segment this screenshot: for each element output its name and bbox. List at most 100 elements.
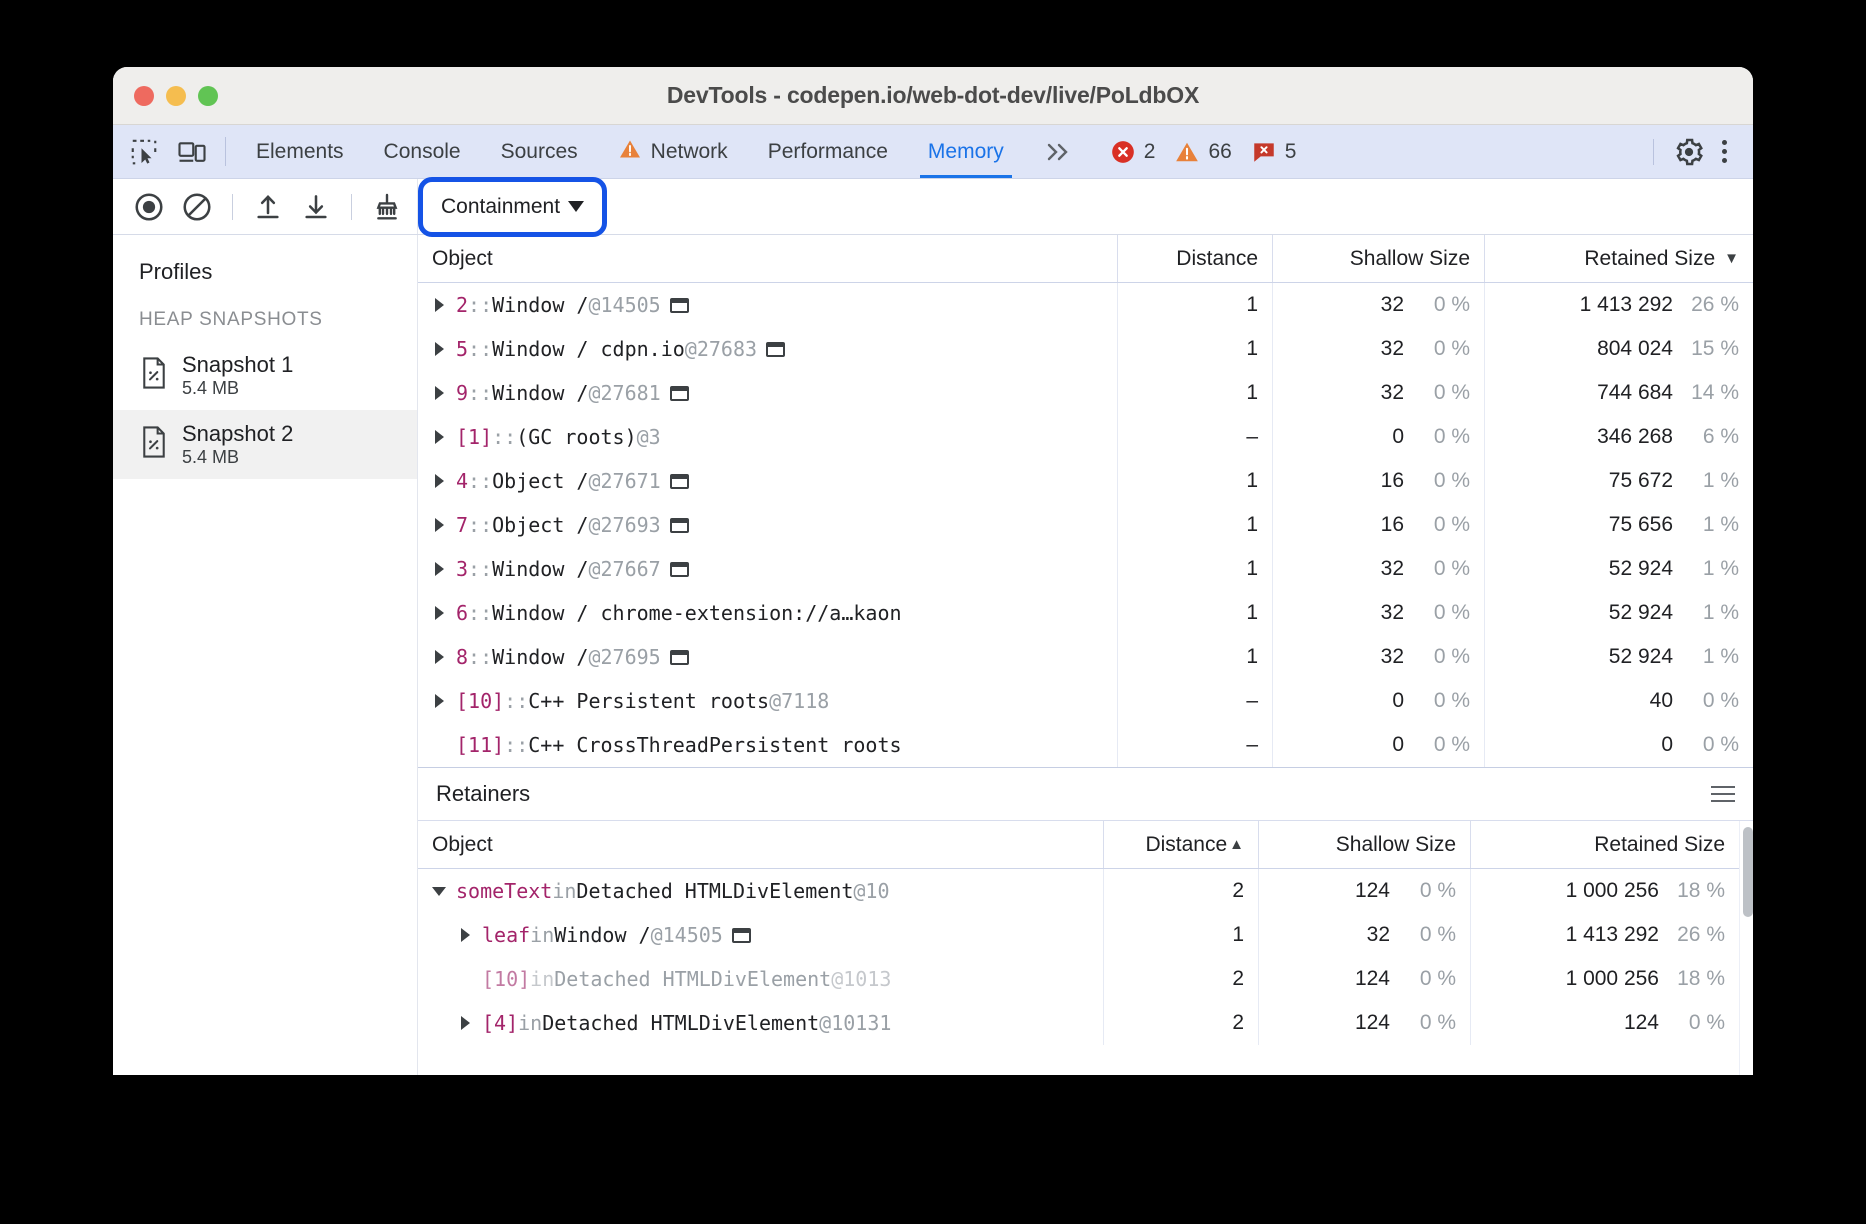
table-row[interactable]: [10] in Detached HTMLDivElement @1013212… [418,957,1739,1001]
expand-triangle-icon[interactable] [458,1015,474,1031]
more-tabs-icon[interactable] [1024,125,1090,178]
table-row[interactable]: [4] in Detached HTMLDivElement @10131212… [418,1001,1739,1045]
table-row[interactable]: 5 :: Window / cdpn.io @276831320 %804 02… [418,327,1753,371]
expand-triangle-icon[interactable] [432,297,448,313]
tab-sources[interactable]: Sources [481,125,598,178]
expand-triangle-icon[interactable] [432,473,448,489]
cell-shallow-size: 320 % [1273,547,1485,591]
error-counter[interactable]: 2 [1110,139,1156,165]
table-row[interactable]: 3 :: Window / @276671320 %52 9241 % [418,547,1753,591]
cell-distance: 2 [1104,957,1259,1001]
save-profile-icon[interactable] [294,185,338,229]
cell-retained-size: 804 02415 % [1485,327,1753,371]
retainers-scrollbar[interactable] [1739,821,1753,1075]
object-address: @27693 [588,513,660,537]
expand-triangle-icon[interactable] [432,517,448,533]
expand-triangle-icon[interactable] [432,693,448,709]
cell-object: [10] :: C++ Persistent roots @7118 [418,679,1118,723]
table-row[interactable]: 9 :: Window / @276811320 %744 68414 % [418,371,1753,415]
tab-console[interactable]: Console [364,125,481,178]
window-badge-icon [670,518,689,533]
shallow-size-value: 124 [1355,879,1390,903]
distance-value: 1 [1246,645,1258,669]
tabbar-left-icons [113,125,215,178]
expand-triangle-icon[interactable] [432,561,448,577]
expand-triangle-icon[interactable] [432,341,448,357]
column-header-distance[interactable]: Distance ▲ [1104,821,1259,868]
object-separator: :: [468,293,492,317]
sidebar-item-snapshot-2[interactable]: Snapshot 2 5.4 MB [113,410,417,479]
table-row[interactable]: 2 :: Window / @145051320 %1 413 29226 % [418,283,1753,327]
device-toolbar-icon[interactable] [175,135,209,169]
object-name: Window / [492,381,588,405]
twisty-placeholder [458,971,474,987]
issue-counter[interactable]: 5 [1251,139,1297,165]
sidebar-item-snapshot-1[interactable]: Snapshot 1 5.4 MB [113,341,417,410]
window-badge-icon [670,562,689,577]
tab-performance[interactable]: Performance [748,125,908,178]
snapshot-meta: Snapshot 2 5.4 MB [182,421,293,468]
clear-all-profiles-icon[interactable] [175,185,219,229]
issue-count-value: 5 [1285,140,1297,164]
view-select-wrapper: Containment [428,188,597,226]
object-name: Window / chrome-extension://a…kaon [492,601,901,625]
column-header-retained-size[interactable]: Retained Size [1471,821,1739,868]
hamburger-menu-icon[interactable] [1711,786,1735,802]
collect-garbage-icon[interactable] [365,185,409,229]
record-heap-snapshot-icon[interactable] [127,185,171,229]
retained-size-percent: 1 % [1673,645,1739,669]
object-separator: in [552,879,576,903]
expand-triangle-icon[interactable] [458,927,474,943]
expand-triangle-icon[interactable] [432,429,448,445]
object-separator: :: [504,733,528,757]
expand-triangle-icon[interactable] [432,385,448,401]
collapse-triangle-icon[interactable] [432,883,448,899]
cell-object: 7 :: Object / @27693 [418,503,1118,547]
tab-elements[interactable]: Elements [236,125,364,178]
shallow-size-value: 32 [1381,337,1404,361]
column-header-object[interactable]: Object [418,821,1104,868]
view-select[interactable]: Containment [428,188,597,226]
containment-grid-body[interactable]: 2 :: Window / @145051320 %1 413 29226 %5… [418,283,1753,767]
load-profile-icon[interactable] [246,185,290,229]
retainers-grid-body[interactable]: someText in Detached HTMLDivElement @102… [418,869,1739,1045]
table-row[interactable]: 6 :: Window / chrome-extension://a…kaon1… [418,591,1753,635]
scrollbar-thumb[interactable] [1743,827,1753,917]
kebab-menu-icon[interactable] [1710,132,1739,171]
table-row[interactable]: 4 :: Object / @276711160 %75 6721 % [418,459,1753,503]
object-address: @27683 [685,337,757,361]
table-row[interactable]: [11] :: C++ CrossThreadPersistent roots–… [418,723,1753,767]
window-titlebar: DevTools - codepen.io/web-dot-dev/live/P… [113,67,1753,125]
cell-shallow-size: 320 % [1273,283,1485,327]
column-header-object[interactable]: Object [418,235,1118,282]
cell-distance: 1 [1118,635,1273,679]
table-row[interactable]: 8 :: Window / @276951320 %52 9241 % [418,635,1753,679]
retained-size-percent: 1 % [1673,513,1739,537]
gear-icon[interactable] [1672,135,1706,169]
column-header-retained-size[interactable]: Retained Size ▼ [1485,235,1753,282]
cell-distance: – [1118,679,1273,723]
expand-triangle-icon[interactable] [432,605,448,621]
table-row[interactable]: someText in Detached HTMLDivElement @102… [418,869,1739,913]
object-index: 4 [456,469,468,493]
tab-network[interactable]: Network [598,125,748,178]
inspect-element-icon[interactable] [127,135,161,169]
expand-triangle-icon[interactable] [432,649,448,665]
column-header-shallow-size[interactable]: Shallow Size [1259,821,1471,868]
cell-shallow-size: 160 % [1273,459,1485,503]
retained-size-value: 1 413 292 [1566,923,1659,947]
table-row[interactable]: leaf in Window / @145051320 %1 413 29226… [418,913,1739,957]
table-row[interactable]: [1] :: (GC roots) @3–00 %346 2686 % [418,415,1753,459]
shallow-size-percent: 0 % [1404,381,1470,405]
warning-counter[interactable]: 66 [1174,139,1231,165]
object-index: [11] [456,733,504,757]
table-row[interactable]: [10] :: C++ Persistent roots @7118–00 %4… [418,679,1753,723]
column-header-shallow-size[interactable]: Shallow Size [1273,235,1485,282]
column-header-distance[interactable]: Distance [1118,235,1273,282]
table-row[interactable]: 7 :: Object / @276931160 %75 6561 % [418,503,1753,547]
retained-size-value: 1 000 256 [1566,967,1659,991]
cell-retained-size: 75 6561 % [1485,503,1753,547]
object-separator: :: [492,425,516,449]
object-separator: :: [468,557,492,581]
tab-memory[interactable]: Memory [908,125,1024,178]
